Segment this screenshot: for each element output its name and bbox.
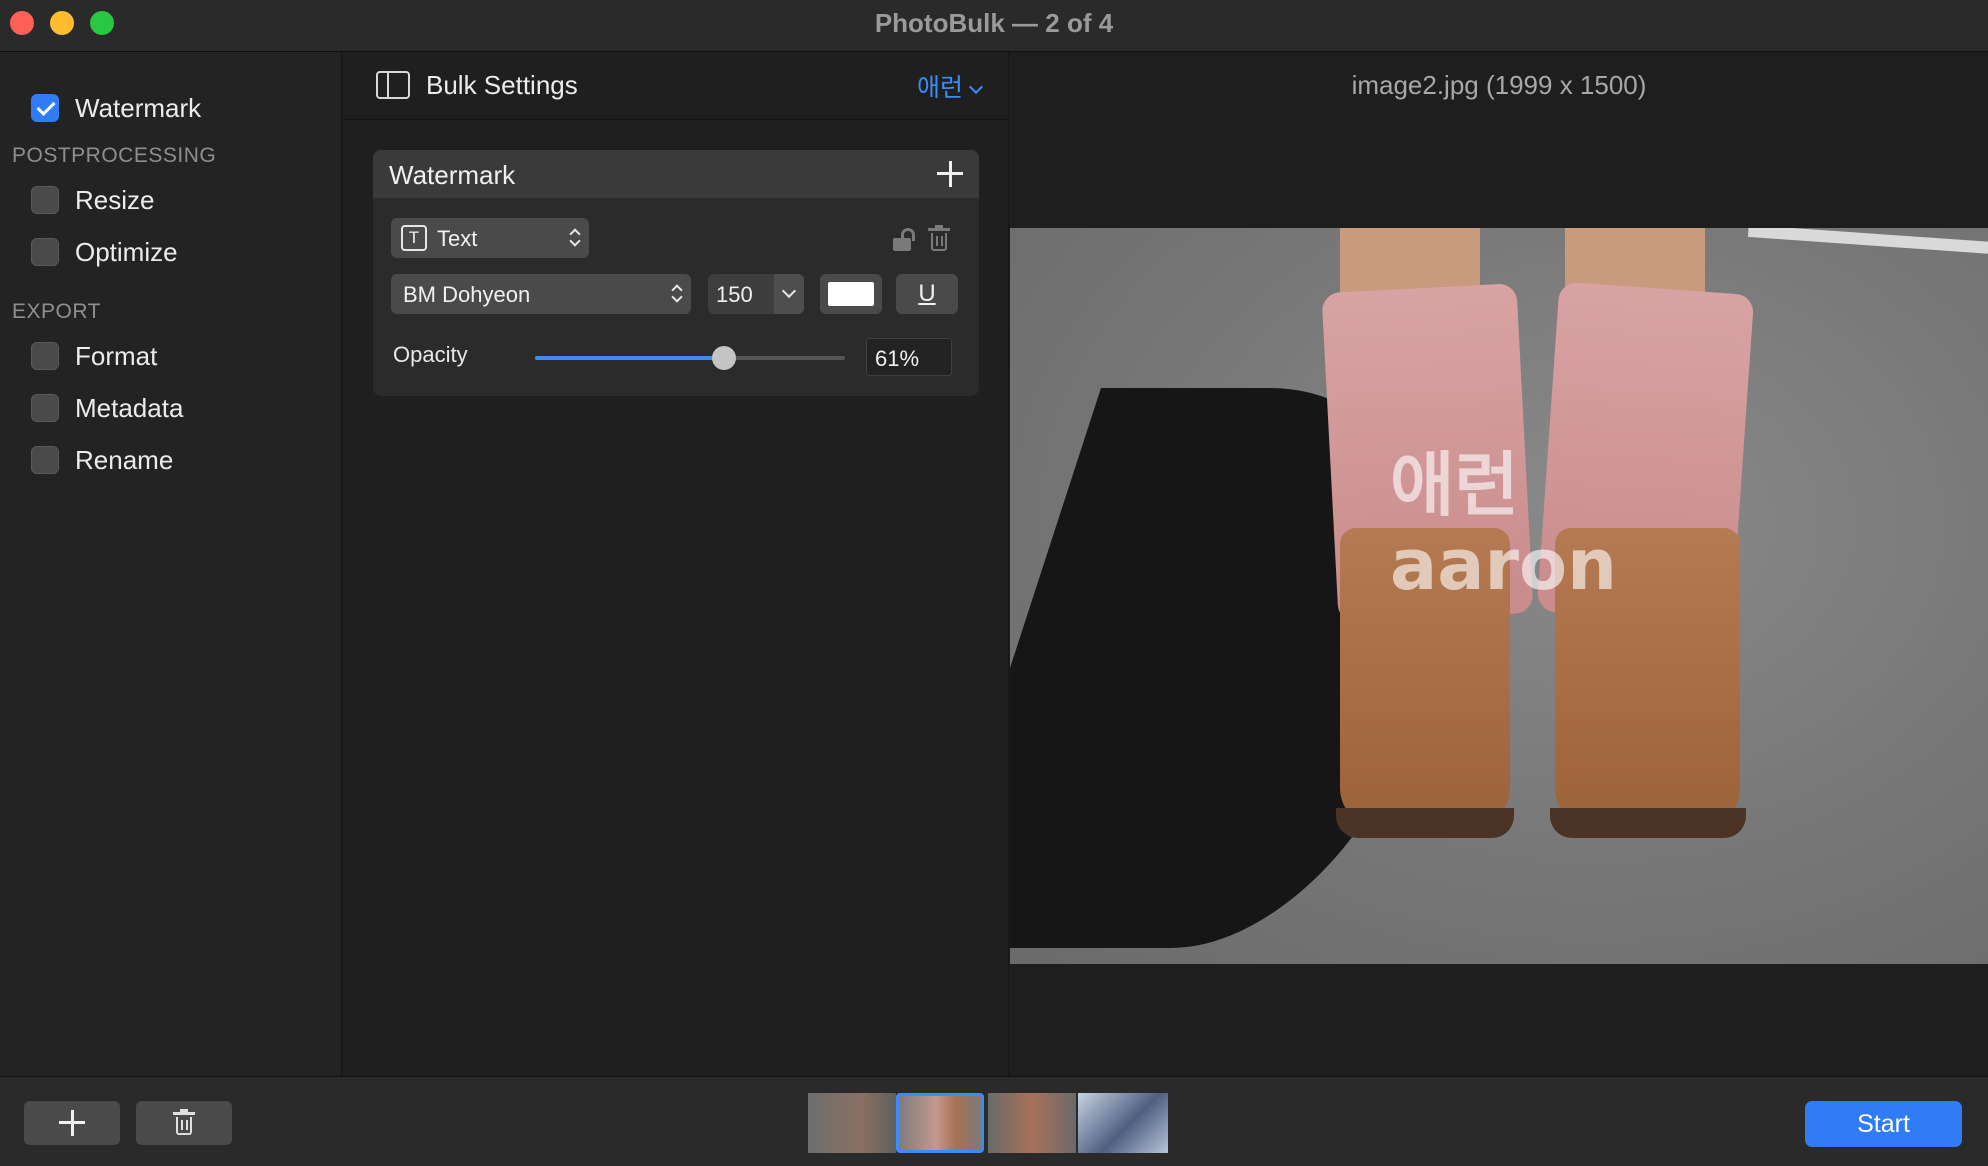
settings-title: Bulk Settings: [426, 70, 578, 100]
thumbnail-4[interactable]: [1078, 1093, 1168, 1153]
preview-area: image2.jpg (1999 x 1500) 애런 aaron: [1010, 52, 1988, 1076]
resize-option[interactable]: Resize: [31, 182, 154, 218]
opacity-label: Opacity: [393, 342, 468, 367]
optimize-option[interactable]: Optimize: [31, 234, 178, 270]
section-postprocessing: POSTPROCESSING: [12, 144, 217, 167]
metadata-checkbox[interactable]: [31, 394, 59, 422]
settings-header: Bulk Settings 애런: [343, 52, 1009, 120]
section-export: EXPORT: [12, 300, 101, 323]
thumbnail-1[interactable]: [808, 1093, 896, 1153]
format-checkbox[interactable]: [31, 342, 59, 370]
unlock-icon[interactable]: [893, 228, 915, 252]
sidebar-toggle-icon[interactable]: [376, 71, 410, 99]
font-size-combo[interactable]: 150: [708, 274, 804, 314]
watermark-option[interactable]: Watermark: [31, 90, 201, 126]
underline-button[interactable]: U: [896, 274, 958, 314]
thumbnail-3[interactable]: [988, 1093, 1076, 1153]
up-down-chevron-icon: [671, 284, 681, 304]
text-color-well[interactable]: [820, 274, 882, 314]
remove-image-button[interactable]: [136, 1101, 232, 1145]
road-marking: [1747, 228, 1988, 256]
watermark-preview-line-2: aaron: [1390, 524, 1617, 606]
resize-checkbox[interactable]: [31, 186, 59, 214]
watermark-type-label: Text: [437, 226, 478, 251]
rename-checkbox[interactable]: [31, 446, 59, 474]
watermark-option-label: Watermark: [75, 92, 202, 123]
trash-icon: [173, 1109, 195, 1136]
resize-option-label: Resize: [75, 184, 155, 215]
delete-watermark-icon[interactable]: [928, 225, 950, 252]
font-name: BM Dohyeon: [403, 282, 531, 307]
watermark-checkbox[interactable]: [31, 94, 59, 122]
format-option[interactable]: Format: [31, 338, 157, 374]
start-button[interactable]: Start: [1805, 1101, 1962, 1147]
opacity-value-field[interactable]: 61%: [866, 338, 952, 376]
preset-dropdown-label: 애런: [916, 74, 963, 102]
opacity-slider-fill: [535, 356, 725, 360]
add-images-button[interactable]: [24, 1101, 120, 1145]
bottom-bar: Start: [0, 1076, 1988, 1166]
watermark-preview-line-1: 애런: [1390, 444, 1519, 526]
font-popup[interactable]: BM Dohyeon: [391, 274, 691, 314]
rename-option[interactable]: Rename: [31, 442, 173, 478]
opacity-slider-knob[interactable]: [712, 346, 737, 370]
right-boot-sole: [1550, 808, 1746, 838]
plus-icon: [59, 1110, 85, 1136]
metadata-option[interactable]: Metadata: [31, 390, 183, 426]
optimize-checkbox[interactable]: [31, 238, 59, 266]
thumbnail-strip: [808, 1093, 1168, 1153]
format-option-label: Format: [75, 340, 158, 371]
watermark-card: Watermark T Text BM Dohyeon 150 U Opacit…: [373, 150, 979, 396]
left-boot-sole: [1336, 808, 1514, 838]
watermark-card-header: Watermark: [373, 150, 979, 198]
watermark-card-title: Watermark: [389, 160, 516, 190]
preview-image: 애런 aaron: [1010, 228, 1988, 964]
text-type-icon: T: [401, 225, 427, 251]
font-size-value[interactable]: 150: [716, 282, 753, 308]
metadata-option-label: Metadata: [75, 392, 184, 423]
up-down-chevron-icon: [569, 228, 579, 248]
title-bar: PhotoBulk — 2 of 4: [0, 0, 1988, 52]
chevron-down-icon: [968, 79, 984, 95]
preset-dropdown[interactable]: 애런: [916, 68, 984, 104]
settings-panel: Bulk Settings 애런 Watermark T Text BM Doh…: [343, 52, 1009, 1076]
text-color-swatch: [828, 282, 874, 306]
add-watermark-icon[interactable]: [937, 161, 963, 187]
font-size-dropdown-button[interactable]: [774, 274, 804, 314]
window-title: PhotoBulk — 2 of 4: [874, 8, 1114, 38]
opacity-slider[interactable]: [535, 346, 845, 370]
image-caption: image2.jpg (1999 x 1500): [1351, 70, 1647, 100]
optimize-option-label: Optimize: [75, 236, 178, 267]
thumbnail-2-selected[interactable]: [896, 1093, 984, 1153]
watermark-type-popup[interactable]: T Text: [391, 218, 589, 258]
rename-option-label: Rename: [75, 444, 174, 475]
sidebar: Watermark POSTPROCESSING Resize Optimize…: [0, 52, 342, 1076]
